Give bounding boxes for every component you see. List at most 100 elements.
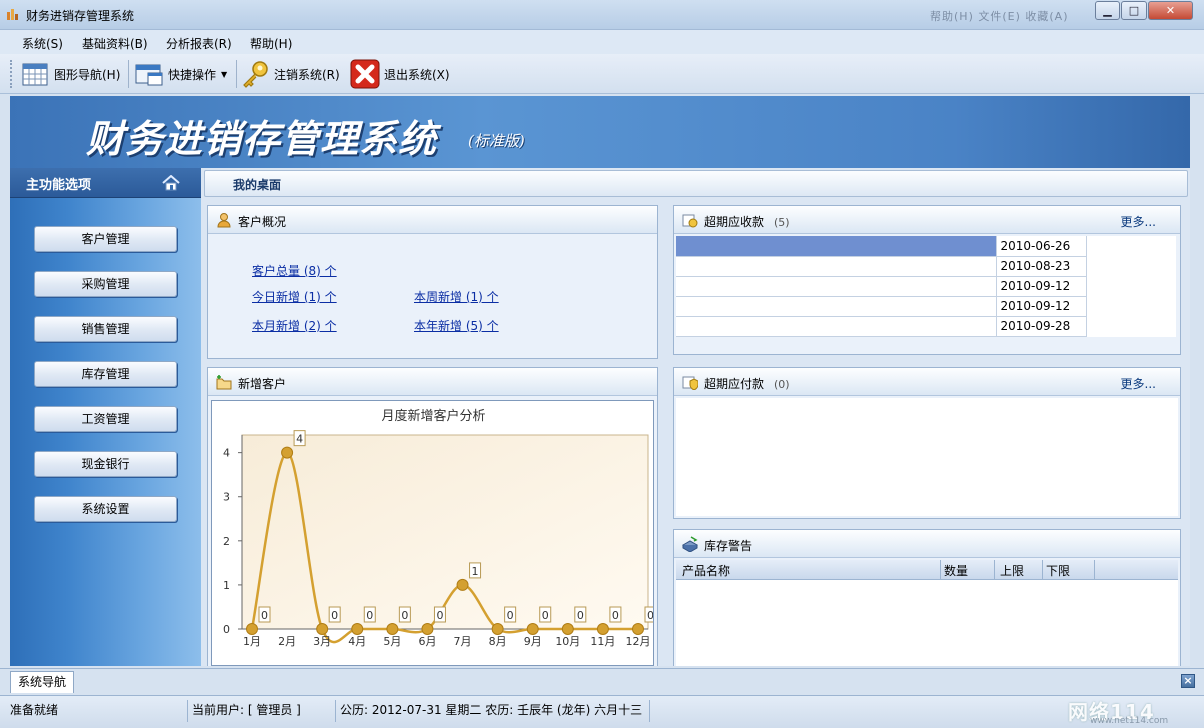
- status-ready: 准备就绪: [8, 700, 188, 722]
- column-header-upper[interactable]: 上限: [1000, 562, 1024, 579]
- today-new-link[interactable]: 今日新增 (1) 个: [252, 288, 337, 305]
- stock-alert-title: 库存警告: [704, 539, 753, 553]
- sidebar-item-settings[interactable]: 系统设置: [34, 496, 177, 522]
- home-icon[interactable]: [162, 175, 180, 191]
- panel-header: 超期应付款 (0) 更多...: [674, 368, 1180, 396]
- exit-button[interactable]: 退出系统(X): [350, 57, 450, 91]
- maximize-button[interactable]: □: [1121, 1, 1147, 20]
- column-header-quantity[interactable]: 数量: [944, 562, 968, 579]
- table-cell: [1086, 276, 1176, 296]
- data-label: 0: [401, 609, 408, 622]
- receivables-table: 2010-06-26 2010-08-23 2010-09-12 2010-09…: [676, 236, 1176, 337]
- menu-basic-data[interactable]: 基础资料(B): [82, 35, 148, 52]
- receivables-more-link[interactable]: 更多...: [1121, 213, 1156, 230]
- graph-nav-label: 图形导航(H): [54, 67, 121, 82]
- add-folder-icon: [216, 375, 232, 390]
- data-point: [456, 578, 469, 591]
- toolbar: 图形导航(H) 快捷操作 ▼ 注销系统(R) 退出系统(X): [0, 54, 1204, 94]
- column-divider[interactable]: [994, 560, 995, 580]
- tab-system-nav[interactable]: 系统导航: [10, 671, 74, 693]
- receivables-title-text: 超期应收款: [704, 215, 765, 229]
- table-cell-date: 2010-09-28: [996, 316, 1087, 337]
- y-tick-label: 0: [223, 623, 230, 636]
- payables-more-link[interactable]: 更多...: [1121, 375, 1156, 392]
- table-row[interactable]: 2010-09-12: [676, 296, 1176, 317]
- x-tick-label: 9月: [524, 635, 542, 648]
- sidebar-item-inventory[interactable]: 库存管理: [34, 361, 177, 387]
- stock-table-header: 产品名称 数量 上限 下限: [676, 560, 1178, 580]
- data-point: [316, 623, 329, 635]
- x-tick-label: 7月: [454, 635, 472, 648]
- minimize-button[interactable]: ▁: [1095, 1, 1120, 20]
- table-cell: [676, 236, 997, 257]
- panel-header: 客户概况: [208, 206, 657, 234]
- table-cell-date: 2010-09-12: [996, 276, 1087, 297]
- table-cell-date: 2010-08-23: [996, 256, 1087, 277]
- table-row[interactable]: 2010-09-28: [676, 316, 1176, 337]
- sidebar-item-cash-bank[interactable]: 现金银行: [34, 451, 177, 477]
- year-new-link[interactable]: 本年新增 (5) 个: [414, 317, 499, 334]
- x-tick-label: 10月: [555, 635, 580, 648]
- toolbar-separator: [128, 60, 129, 88]
- week-new-link[interactable]: 本周新增 (1) 个: [414, 288, 499, 305]
- monthly-customers-chart: 月度新增客户分析 0 1 2 3 4 0 1月 4 2月 0 3月 0 4月 0 5月 0 6月 1 7月 0 8月 0 9…: [211, 400, 654, 666]
- exit-label: 退出系统(X): [384, 67, 450, 82]
- close-button[interactable]: ✕: [1148, 1, 1193, 20]
- title-bar: 财务进销存管理系统 帮助(H) 文件(E) 收藏(A) ▁ □ ✕: [0, 0, 1204, 30]
- window-icon: [135, 64, 163, 86]
- tab-my-desktop-label: 我的桌面: [233, 178, 282, 192]
- new-customers-panel: 新增客户 月度新增客户分析 0 1 2 3 4 0 1月 4 2月 0 3月 0 4月 0 5月 0 6月 1 7月…: [207, 367, 658, 666]
- data-point: [491, 623, 504, 635]
- column-header-product[interactable]: 产品名称: [682, 562, 730, 579]
- x-tick-label: 8月: [489, 635, 507, 648]
- chevron-down-icon: ▼: [221, 69, 228, 79]
- panel-header: 新增客户: [208, 368, 657, 396]
- graph-nav-button[interactable]: 图形导航(H): [20, 57, 120, 91]
- data-label: 0: [542, 609, 549, 622]
- table-cell: [676, 316, 997, 337]
- table-row[interactable]: 2010-06-26: [676, 236, 1176, 257]
- month-new-link[interactable]: 本月新增 (2) 个: [252, 317, 337, 334]
- quick-ops-label: 快捷操作: [168, 67, 217, 82]
- table-cell-date: 2010-06-26: [996, 236, 1087, 257]
- quick-ops-button[interactable]: 快捷操作 ▼: [134, 57, 227, 91]
- menu-reports[interactable]: 分析报表(R): [166, 35, 232, 52]
- x-tick-label: 2月: [278, 635, 296, 648]
- blurred-menu-text: 帮助(H) 文件(E) 收藏(A): [930, 10, 1069, 23]
- table-cell: [676, 296, 997, 317]
- menu-bar: 系统(S) 基础资料(B) 分析报表(R) 帮助(H): [0, 30, 1204, 54]
- data-point: [596, 623, 609, 635]
- data-label: 0: [507, 609, 514, 622]
- watermark-url: www.net114.com: [1090, 716, 1169, 726]
- banner-subtitle: (标准版): [468, 132, 525, 150]
- sidebar-item-sales[interactable]: 销售管理: [34, 316, 177, 342]
- plot-area: [241, 434, 649, 630]
- new-customers-title: 新增客户: [238, 377, 287, 391]
- customer-total-link[interactable]: 客户总量 (8) 个: [252, 262, 337, 279]
- data-label: 0: [612, 609, 619, 622]
- receivables-title: 超期应收款 (5): [704, 213, 790, 230]
- toolbar-grip[interactable]: [10, 60, 13, 88]
- close-icon[interactable]: ×: [1181, 674, 1195, 688]
- sidebar-item-purchasing[interactable]: 采购管理: [34, 271, 177, 297]
- data-label: 0: [436, 609, 443, 622]
- sidebar-item-customers[interactable]: 客户管理: [34, 226, 177, 252]
- tab-my-desktop[interactable]: 我的桌面: [204, 170, 1188, 197]
- column-divider[interactable]: [1042, 560, 1043, 580]
- sidebar-header: 主功能选项: [10, 168, 201, 198]
- logout-button[interactable]: 注销系统(R): [240, 57, 340, 91]
- column-header-lower[interactable]: 下限: [1046, 562, 1070, 579]
- table-cell-date: 2010-09-12: [996, 296, 1087, 317]
- window-title: 财务进销存管理系统: [26, 9, 135, 23]
- table-row[interactable]: 2010-09-12: [676, 276, 1176, 297]
- menu-system[interactable]: 系统(S): [22, 35, 63, 52]
- column-divider[interactable]: [1094, 560, 1095, 580]
- status-bar: 准备就绪 当前用户: [ 管理员 ] 公历: 2012-07-31 星期二 农历…: [0, 695, 1204, 728]
- sidebar-item-payroll[interactable]: 工资管理: [34, 406, 177, 432]
- data-label: 4: [296, 433, 303, 446]
- data-point: [246, 623, 258, 635]
- column-divider[interactable]: [940, 560, 941, 580]
- menu-help[interactable]: 帮助(H): [250, 35, 292, 52]
- x-tick-label: 1月: [243, 635, 261, 648]
- table-row[interactable]: 2010-08-23: [676, 256, 1176, 277]
